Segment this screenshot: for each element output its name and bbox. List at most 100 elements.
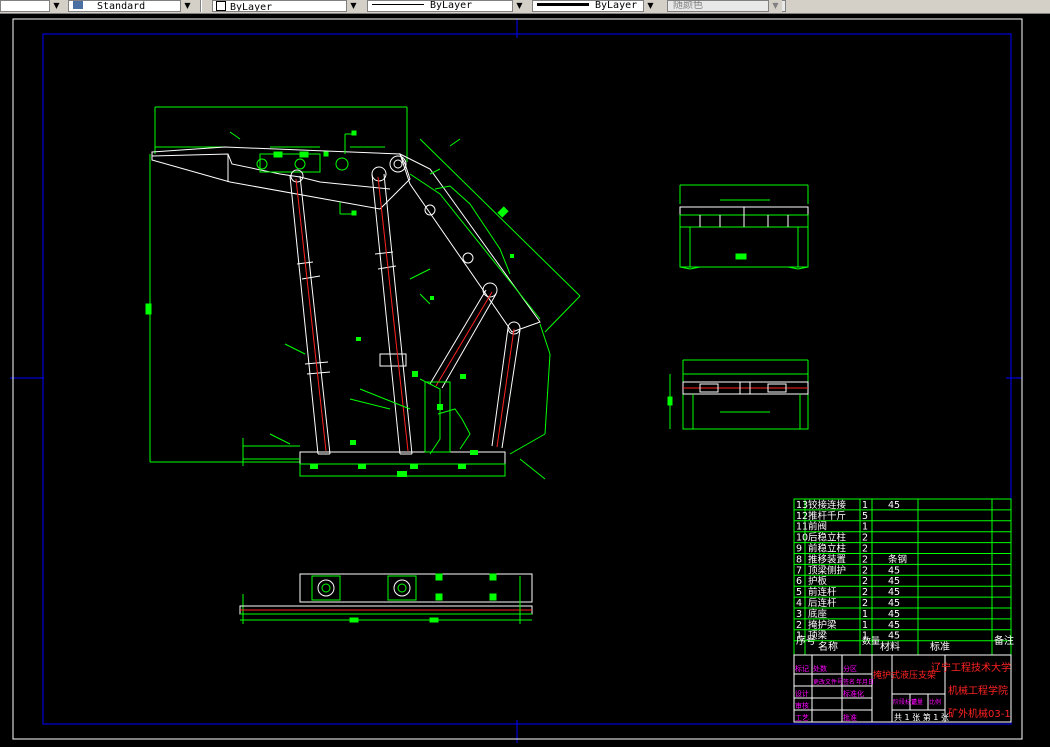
bom-cell-name: 推移装置 [808,553,846,565]
tb-zone-col: 分区 [843,664,857,673]
properties-toolbar: ▼ Standard ▼ ByLayer ▼ ByLayer ▼ ByLayer… [0,0,1050,14]
bom-cell-material: 45 [888,609,900,620]
chevron-down-icon[interactable]: ▼ [49,0,63,12]
bom-cell-no: 6 [796,576,802,587]
bom-cell-qty: 2 [862,565,868,576]
text-style-icon [73,1,83,9]
bom-cell-name: 后稳立柱 [808,532,847,544]
linetype-sample [372,4,424,5]
bom-cell-name: 护板 [808,575,828,587]
tb-doc-col: 更改文件号 [813,678,843,686]
tb-process: 工艺 [795,714,809,722]
layer-combo[interactable]: ByLayer [212,0,360,12]
bom-cell-name: 后连杆 [808,597,837,609]
bom-cell-no: 2 [796,620,802,631]
tb-sheet-label: 共 1 张 第 1 张 [894,712,949,722]
drawing-canvas[interactable]: 13 铰接连接 1 45 12 推杆千斤 5 11 前阀 1 10 后稳立柱 2 9 前稳立柱 2 8 推移装置 2… [0,14,1050,743]
bom-cell-no: 9 [796,544,802,555]
canopy-front-view [679,184,809,270]
text-style-value: Standard [97,1,146,12]
chevron-down-icon[interactable]: ▼ [643,0,657,12]
base-front-view [667,359,809,430]
bom-cell-no: 4 [796,598,802,609]
bom-cell-qty: 2 [862,598,868,609]
base-plan-view [239,573,533,624]
bom-cell-material: 45 [888,587,900,598]
bom-cell-name: 前连杆 [808,586,837,598]
bom-cell-qty: 2 [862,533,868,544]
viewport-crosshair [10,19,1022,743]
title-block: 辽宁工程技术大学 掩护式液压支架 机械工程学院 矿外机械03-1 标记 处数 分… [793,654,1012,723]
linetype-combo-value: ByLayer [430,0,473,11]
tb-scale-label: 比例 [929,698,941,706]
bom-header-name: 名称 [818,640,838,653]
bom-cell-material: 45 [888,631,900,642]
bom-cell-material: 45 [888,576,900,587]
bom-cell-name: 掩护梁 [808,619,837,631]
bom-cell-no: 12 [796,511,808,522]
main-side-view [145,106,581,480]
text-style-combo[interactable]: Standard [68,0,194,12]
bom-cell-name: 前阀 [808,521,827,533]
chevron-down-icon[interactable]: ▼ [512,0,526,12]
tb-review: 审核 [795,701,809,710]
bom-header-remark: 备注 [994,634,1014,647]
bom-cell-qty: 1 [862,620,868,631]
bom-header-qty: 数量 [862,635,880,647]
bom-cell-qty: 2 [862,576,868,587]
bom-cell-qty: 2 [862,587,868,598]
drawing-title: 掩护式液压支架 [873,669,936,681]
toolbar-separator [200,0,202,12]
bom-cell-no: 13 [796,500,808,511]
bom-cell-name: 铰接连接 [808,499,847,511]
bom-cell-material: 45 [888,565,900,576]
bom-cell-name: 顶梁侧护 [808,564,846,576]
lineweight-combo-value: ByLayer [595,0,638,11]
linetype-combo[interactable]: ByLayer [367,0,526,12]
tb-date-col: 年月日 [856,678,874,686]
chevron-down-icon[interactable]: ▼ [768,0,782,12]
cad-drawing: 13 铰接连接 1 4512 推杆千斤 511 前阀 110 后稳立柱 29 前稳立柱 28 推移装置 2… [10,18,1023,743]
bom-cell-qty: 2 [862,544,868,555]
tb-sign-col: 签名 [843,678,855,686]
bom-cell-qty: 2 [862,554,868,565]
bom-table: 13 铰接连接 1 4512 推杆千斤 511 前阀 110 后稳立柱 29 前稳立柱 28 推移装置 2… [793,498,1014,656]
college-name: 机械工程学院 [948,684,1008,697]
outer-frame [12,18,1023,740]
tb-approve: 批准 [843,713,857,722]
class-number: 矿外机械03-1 [948,707,1011,720]
tb-weight-label: 重量 [911,698,923,706]
tb-standardize: 标准化 [843,689,864,698]
bom-cell-material: 条钢 [888,553,907,565]
lineweight-sample [537,3,589,6]
bom-cell-no: 10 [796,533,808,544]
university-name: 辽宁工程技术大学 [931,661,1011,674]
chevron-down-icon[interactable]: ▼ [180,0,194,12]
bom-header-standard: 标准 [930,641,950,653]
bom-cell-no: 8 [796,554,802,565]
bom-cell-name: 前稳立柱 [808,543,847,555]
bom-cell-no: 7 [796,565,802,576]
bom-cell-no: 11 [796,522,808,533]
tb-designer: 设计 [795,689,809,698]
bom-cell-material: 45 [888,620,900,631]
lineweight-combo[interactable]: ByLayer [532,0,657,12]
color-swatch-icon [216,1,226,11]
tb-mark-col: 标记 [795,664,809,673]
plot-style-value: 随颜色 [673,0,703,11]
bom-cell-qty: 1 [862,609,868,620]
bom-rows: 13 铰接连接 1 4512 推杆千斤 511 前阀 110 后稳立柱 29 前稳立柱 28 推移装置 2… [794,499,1011,642]
bom-header-no: 序号 [796,634,816,647]
bom-cell-name: 底座 [808,608,828,620]
bom-cell-no: 3 [796,609,802,620]
bom-cell-no: 5 [796,587,802,598]
bom-cell-qty: 5 [862,511,868,522]
bom-cell-material: 45 [888,598,900,609]
tb-count-col: 处数 [813,664,827,673]
bom-cell-material: 45 [888,500,900,511]
bom-cell-name: 推杆千斤 [808,510,846,522]
bom-cell-qty: 1 [862,522,868,533]
bom-cell-qty: 1 [862,500,868,511]
chevron-down-icon[interactable]: ▼ [346,0,360,12]
bom-header-material: 材料 [880,640,900,653]
